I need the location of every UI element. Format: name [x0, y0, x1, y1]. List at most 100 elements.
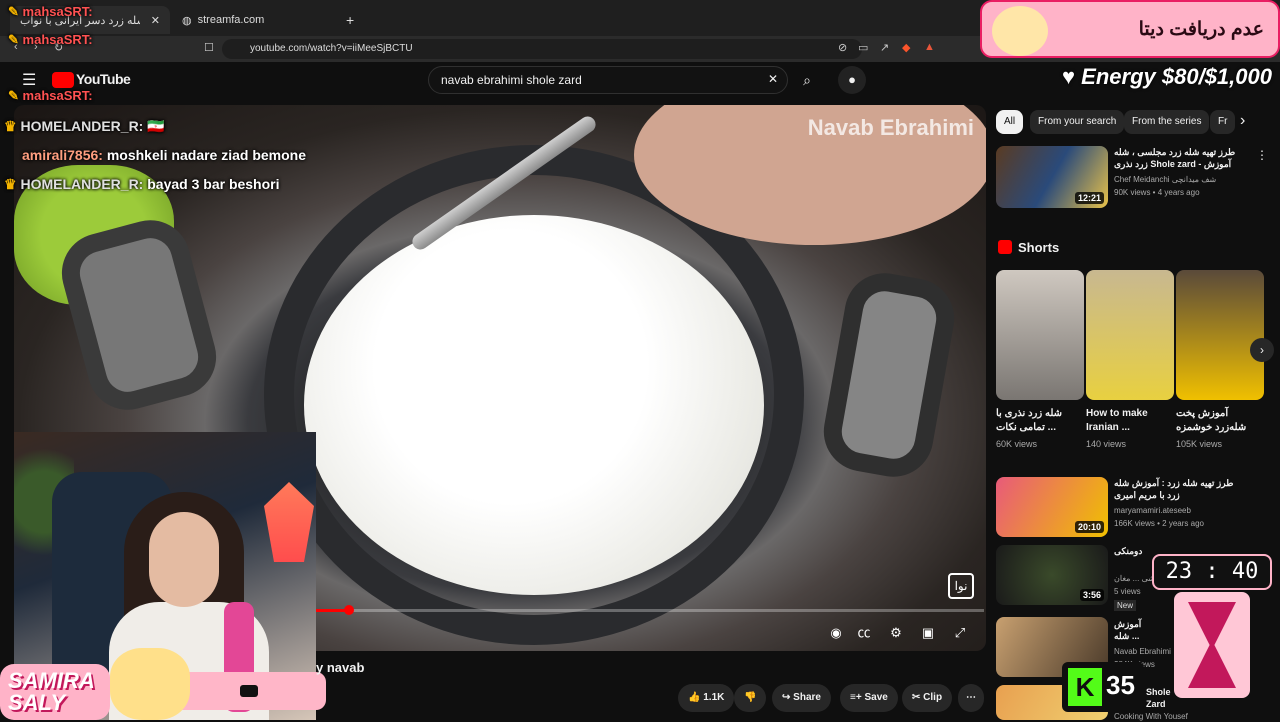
rewards-icon[interactable]: ▲ [924, 41, 935, 53]
progress-scrubber[interactable] [344, 605, 354, 615]
video-title[interactable]: Shole Zard (P... pudding) - Cooking with… [1146, 686, 1176, 710]
energy-goal: ♥ Energy $80/$1,000 [1062, 64, 1272, 89]
duration-badge: 3:56 [1079, 589, 1104, 601]
kick-count: 35 [1106, 670, 1135, 700]
chat-username: amirali7856: [22, 147, 103, 163]
new-tab-button[interactable]: + [336, 6, 360, 34]
voice-search-button[interactable]: ● [838, 66, 866, 94]
youtube-icon [240, 685, 258, 697]
more-icon: ⋯ [966, 692, 976, 703]
duration-badge: 12:21 [1074, 192, 1104, 204]
shorts-heading: Shorts [1018, 240, 1060, 255]
chip-from-series[interactable]: From the series [1124, 110, 1210, 134]
video-title: y navab [316, 660, 365, 675]
search-query: navab ebrahimi shole zard [441, 73, 582, 87]
clip-button[interactable]: ✂ Clip [902, 684, 953, 712]
search-input[interactable]: navab ebrahimi shole zard [428, 66, 788, 94]
short-title[interactable]: How to make Iranian ... [1086, 407, 1158, 435]
video-watermark: Navab Ebrahimi [807, 115, 974, 140]
tab-label: streamfa.com [197, 14, 265, 26]
crown-icon: ♛ [4, 118, 17, 134]
url-field[interactable]: youtube.com/watch?v=iiMeeSjBCTU [222, 39, 862, 59]
thumbs-down-icon: 👎 [744, 692, 757, 703]
video-thumbnail[interactable]: 3:56 [996, 545, 1108, 605]
progress-bar[interactable] [314, 609, 984, 612]
video-title[interactable]: طرز تهیه شله زرد مجلسی ، شله زرد نذری Sh… [1114, 146, 1246, 170]
short-title[interactable]: آموزش پخت شله‌زرد خوشمزه [1176, 407, 1248, 435]
save-button[interactable]: ≡+ Save [840, 684, 898, 712]
eye-off-icon[interactable]: ⊘ [838, 41, 847, 54]
chat-username: mahsaSRT: [22, 32, 93, 47]
video-thumbnail[interactable]: 20:10 [996, 477, 1108, 537]
menu-icon[interactable]: ☰ [22, 70, 36, 90]
progress-fill [314, 609, 348, 612]
tab-streamfa[interactable]: ◍ streamfa.com [172, 6, 332, 34]
pan-handle-right [817, 266, 961, 484]
save-label: Save [864, 692, 888, 703]
stream-timer: 23 : 40 : 08 [1152, 554, 1272, 616]
cartoon-avatar [110, 648, 190, 720]
chat-line: amirali7856: moshkeli nadare ziad bemone [22, 147, 306, 163]
video-title[interactable]: دومنکی ... و نکات شده‌مون نیز ونواش [1114, 545, 1144, 557]
chat-message: bayad 3 bar beshori [147, 176, 280, 192]
chip-more[interactable]: Fr [1210, 110, 1236, 134]
scissors-icon: ✂ [912, 692, 921, 703]
settings-icon[interactable]: ⚙ [886, 623, 906, 643]
streamer-badge: SAMIRA SALY [0, 664, 110, 720]
short-thumbnail[interactable] [1086, 270, 1174, 400]
share-button[interactable]: ↪ Share [772, 684, 831, 712]
video-channel[interactable]: Chef Meidanchi شف میدانچی [1114, 174, 1216, 185]
video-channel[interactable]: maryamamiri.ateseeb [1114, 505, 1191, 516]
shorts-icon [998, 240, 1012, 254]
mod-icon: ✎ [8, 88, 19, 103]
chat-username: mahsaSRT: [22, 88, 93, 103]
clear-search-icon[interactable]: ✕ [768, 72, 778, 86]
chip-from-search[interactable]: From your search [1030, 110, 1125, 134]
video-channel[interactable]: Navab Ebrahimi [1114, 646, 1171, 657]
fullscreen-icon[interactable]: ⤢ [950, 623, 970, 643]
shorts-next-icon[interactable]: › [1250, 338, 1274, 362]
data-alert-overlay: عدم دریافت دیتا [980, 0, 1280, 58]
brave-icon[interactable]: ◆ [902, 41, 910, 54]
youtube-logo-icon[interactable] [52, 72, 74, 88]
share-icon: ↪ [782, 692, 791, 703]
chat-message: moshkeli nadare ziad bemone [106, 147, 307, 163]
video-meta: 5 views [1114, 587, 1141, 596]
close-icon[interactable]: ✕ [151, 14, 160, 27]
mod-icon: ✎ [8, 32, 19, 47]
autoplay-toggle[interactable]: ◉ [826, 623, 846, 643]
search-button[interactable]: ⌕ [789, 66, 825, 94]
cast-icon[interactable]: ▭ [858, 41, 868, 54]
chat-line: ♛ HOMELANDER_R: bayad 3 bar beshori [4, 176, 280, 193]
chat-line: ✎ mahsaSRT: [8, 32, 93, 48]
share-icon[interactable]: ↗ [880, 41, 889, 54]
captions-icon[interactable]: ㏄ [854, 623, 874, 643]
short-title[interactable]: شله زرد نذری با تمامی نکات ... [996, 407, 1068, 435]
dislike-button[interactable]: 👎 [734, 684, 767, 712]
chat-username: HOMELANDER_R: [20, 118, 144, 134]
short-views: 60K views [996, 439, 1038, 449]
video-title[interactable]: آموزش ... شله زرد garlic bread [1114, 618, 1150, 642]
url-text: youtube.com/watch?v=iiMeeSjBCTU [250, 43, 413, 54]
hourglass-shape [1188, 602, 1236, 688]
clip-label: Clip [923, 692, 943, 703]
chip-all[interactable]: All [996, 110, 1024, 134]
miniplayer-icon[interactable]: ▣ [918, 623, 938, 643]
more-vert-icon[interactable]: ⋮ [1256, 148, 1268, 162]
video-channel[interactable]: Cooking With Yousef [1114, 711, 1188, 722]
short-thumbnail[interactable] [996, 270, 1084, 400]
chat-username: HOMELANDER_R: [20, 176, 144, 192]
more-actions-button[interactable]: ⋯ [958, 684, 984, 712]
chips-next-icon[interactable]: › [1240, 112, 1245, 130]
video-thumbnail[interactable]: 12:21 [996, 146, 1108, 208]
video-title[interactable]: طرز تهیه شله زرد : آموزش شله زرد با مریم… [1114, 477, 1244, 501]
bookmark-icon[interactable]: ☐ [204, 41, 214, 54]
short-thumbnail[interactable] [1176, 270, 1264, 400]
short-views: 105K views [1176, 439, 1223, 449]
like-button[interactable]: 👍 1.1K [678, 684, 735, 712]
chat-line: ✎ mahsaSRT: [8, 88, 93, 104]
chat-line: ♛ HOMELANDER_R: 🇮🇷 [4, 118, 165, 135]
kick-counter: K 35 [1062, 662, 1144, 712]
new-badge: New [1114, 600, 1137, 611]
search-icon: ⌕ [803, 72, 811, 88]
